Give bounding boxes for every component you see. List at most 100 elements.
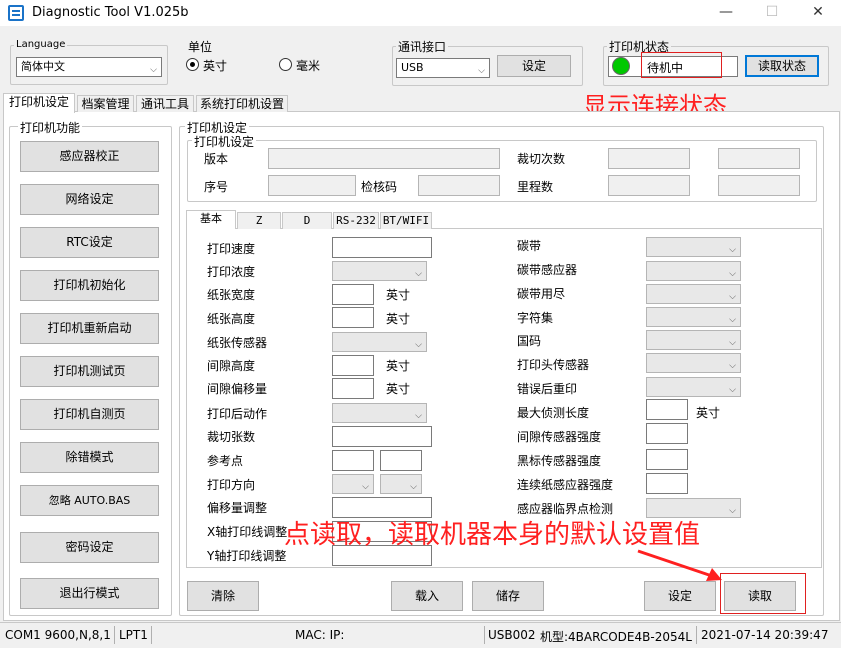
paper-height-unit: 英寸 <box>386 312 411 326</box>
serial-label: 序号 <box>204 180 229 194</box>
network-settings-button[interactable]: 网络设定 <box>20 184 159 215</box>
chevron-down-icon: ⌵ <box>415 340 422 350</box>
post-print-action-select[interactable]: ⌵ <box>332 403 427 423</box>
read-highlight-box <box>720 573 806 614</box>
maximize-button: ☐ <box>765 4 779 20</box>
gap-sensor-strength-field[interactable] <box>646 423 688 444</box>
chevron-down-icon: ⌵ <box>729 506 736 516</box>
tab-file-management[interactable]: 档案管理 <box>77 95 134 112</box>
tab-comm-tools[interactable]: 通讯工具 <box>136 95 194 112</box>
gap-offset-unit: 英寸 <box>386 382 411 396</box>
max-detect-length-label: 最大侦测长度 <box>517 406 590 420</box>
language-select[interactable]: 简体中文 ⌵ <box>16 57 162 77</box>
print-direction-select-2[interactable]: ⌵ <box>380 474 422 494</box>
minimize-button[interactable]: — <box>703 0 749 26</box>
status-port: COM1 9600,N,8,1 <box>5 628 111 642</box>
printer-restart-button[interactable]: 打印机重新启动 <box>20 313 159 344</box>
debug-mode-button[interactable]: 除错模式 <box>20 442 159 473</box>
status-highlight-box <box>641 52 722 78</box>
clear-button[interactable]: 清除 <box>187 581 259 611</box>
rtc-settings-button[interactable]: RTC设定 <box>20 227 159 258</box>
ribbon-end-select[interactable]: ⌵ <box>646 284 741 304</box>
subtab-bt-wifi[interactable]: BT/WIFI <box>380 212 432 229</box>
country-code-select[interactable]: ⌵ <box>646 330 741 350</box>
status-model: 机型:4BARCODE4B-2054L <box>540 630 692 644</box>
password-settings-button[interactable]: 密码设定 <box>20 532 159 563</box>
save-button[interactable]: 储存 <box>472 581 544 611</box>
title-bar: Diagnostic Tool V1.025b — ☐ ✕ <box>0 0 841 26</box>
tab-system-printer[interactable]: 系统打印机设置 <box>196 95 288 112</box>
printer-self-test-button[interactable]: 打印机自测页 <box>20 399 159 430</box>
country-code-label: 国码 <box>517 334 542 348</box>
subtab-z[interactable]: Z <box>237 212 281 229</box>
print-speed-field[interactable] <box>332 237 432 258</box>
cut-count-field-2 <box>718 148 800 169</box>
chevron-down-icon: ⌵ <box>729 269 736 279</box>
x-line-adjust-label: X轴打印线调整 <box>207 525 288 539</box>
load-button[interactable]: 载入 <box>391 581 463 611</box>
reference-point-label: 参考点 <box>207 454 244 468</box>
language-label: Language <box>14 39 68 50</box>
black-mark-strength-field[interactable] <box>646 449 688 470</box>
continuous-sensor-strength-field[interactable] <box>646 473 688 494</box>
subtab-d[interactable]: D <box>282 212 332 229</box>
print-density-select[interactable]: ⌵ <box>332 261 427 281</box>
comm-select[interactable]: USB ⌵ <box>396 58 490 78</box>
ribbon-sensor-select[interactable]: ⌵ <box>646 261 741 281</box>
printer-test-page-button[interactable]: 打印机测试页 <box>20 356 159 387</box>
status-mac: MAC: IP: <box>295 628 345 642</box>
subtab-rs232[interactable]: RS-232 <box>333 212 379 229</box>
cut-sheets-field[interactable] <box>332 426 432 447</box>
gap-offset-field[interactable] <box>332 378 374 399</box>
close-button[interactable]: ✕ <box>795 0 841 26</box>
gap-height-label: 间隙高度 <box>207 359 256 373</box>
ribbon-select[interactable]: ⌵ <box>646 237 741 257</box>
reference-point-y-field[interactable] <box>380 450 422 471</box>
printer-info-title: 打印机设定 <box>192 133 257 150</box>
window-title: Diagnostic Tool V1.025b <box>32 5 189 20</box>
serial-field <box>268 175 356 196</box>
version-field <box>268 148 500 169</box>
mileage-field-2 <box>718 175 800 196</box>
reference-point-x-field[interactable] <box>332 450 374 471</box>
app-icon <box>8 5 24 21</box>
chevron-down-icon: ⌵ <box>729 338 736 348</box>
chevron-down-icon: ⌵ <box>729 361 736 371</box>
black-mark-strength-label: 黑标传感器强度 <box>517 454 602 468</box>
status-led-icon <box>612 57 630 75</box>
ribbon-end-label: 碳带用尽 <box>517 287 566 301</box>
unit-inch-label: 英寸 <box>203 59 228 73</box>
exit-line-mode-button[interactable]: 退出行模式 <box>20 578 159 609</box>
print-direction-label: 打印方向 <box>207 478 256 492</box>
gap-height-field[interactable] <box>332 355 374 376</box>
paper-width-field[interactable] <box>332 284 374 305</box>
gap-sensor-strength-label: 间隙传感器强度 <box>517 430 602 444</box>
print-direction-select-1[interactable]: ⌵ <box>332 474 374 494</box>
max-detect-length-field[interactable] <box>646 399 688 420</box>
paper-height-label: 纸张高度 <box>207 312 256 326</box>
sensor-calibration-button[interactable]: 感应器校正 <box>20 141 159 172</box>
status-usb: USB002 <box>488 628 536 642</box>
head-sensor-select[interactable]: ⌵ <box>646 353 741 373</box>
paper-sensor-label: 纸张传感器 <box>207 336 268 350</box>
cut-count-field <box>608 148 690 169</box>
charset-select[interactable]: ⌵ <box>646 307 741 327</box>
chevron-down-icon: ⌵ <box>478 66 485 76</box>
read-status-button[interactable]: 读取状态 <box>745 55 819 77</box>
annotation-arrow-icon <box>637 549 722 581</box>
checksum-field <box>418 175 500 196</box>
ignore-autobas-button[interactable]: 忽略 AUTO.BAS <box>20 485 159 516</box>
printer-init-button[interactable]: 打印机初始化 <box>20 270 159 301</box>
subtab-basic[interactable]: 基本 <box>186 210 236 229</box>
set-button[interactable]: 设定 <box>644 581 716 611</box>
unit-inch-radio[interactable] <box>186 58 199 71</box>
paper-sensor-select[interactable]: ⌵ <box>332 332 427 352</box>
reprint-after-error-select[interactable]: ⌵ <box>646 377 741 397</box>
comm-set-button[interactable]: 设定 <box>497 55 571 77</box>
tab-printer-settings[interactable]: 打印机设定 <box>3 93 75 113</box>
print-density-label: 打印浓度 <box>207 265 256 279</box>
unit-mm-radio[interactable] <box>279 58 292 71</box>
paper-height-field[interactable] <box>332 307 374 328</box>
unit-label: 单位 <box>186 38 215 55</box>
unit-mm-label: 毫米 <box>296 59 321 73</box>
